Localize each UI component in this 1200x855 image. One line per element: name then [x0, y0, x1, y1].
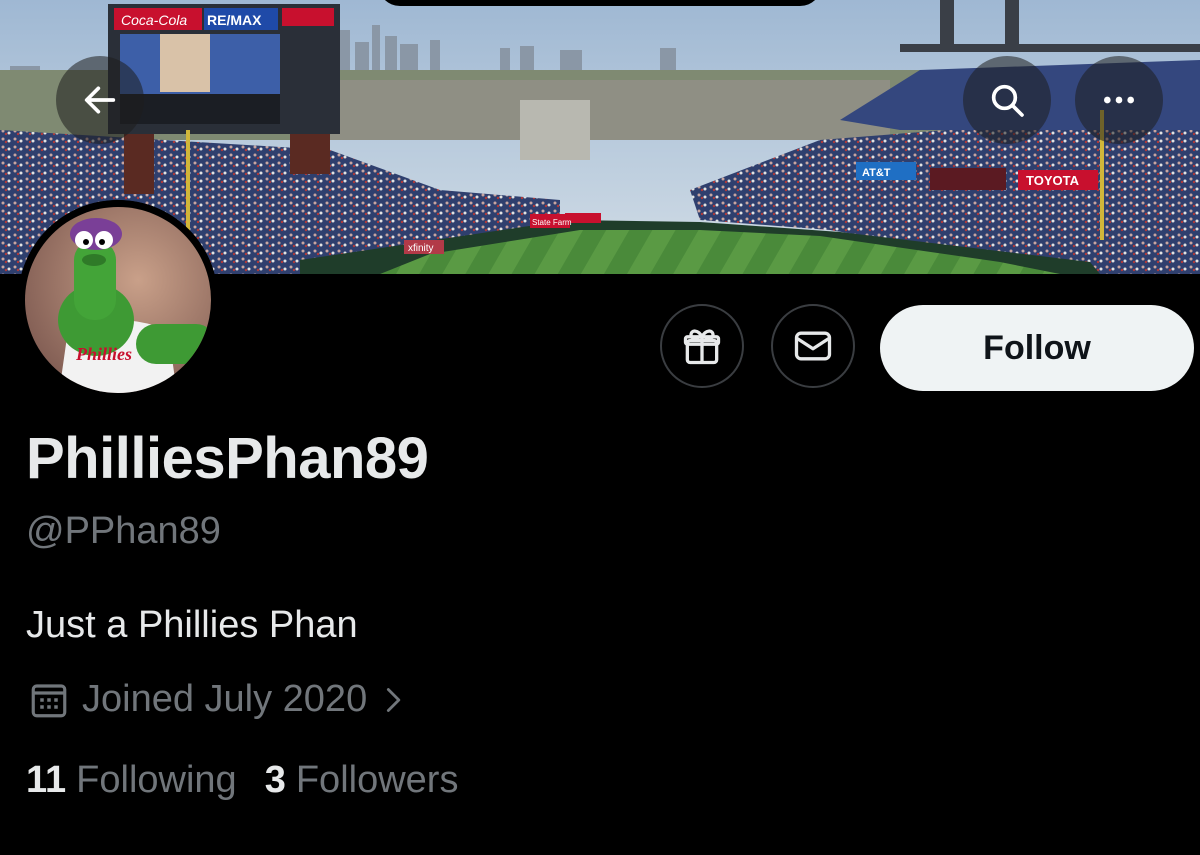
follow-button[interactable]: Follow — [880, 305, 1194, 391]
user-bio: Just a Phillies Phan — [26, 604, 358, 646]
following-label: Following — [76, 759, 237, 801]
envelope-icon — [794, 331, 832, 361]
avatar-image: Phillies — [18, 200, 218, 400]
arrow-left-icon — [84, 86, 116, 114]
followers-count: 3 — [264, 759, 286, 801]
message-button[interactable] — [771, 304, 855, 388]
avatar[interactable]: Phillies — [18, 200, 218, 400]
followers-link[interactable]: 3 Followers — [265, 759, 459, 802]
svg-text:Phillies: Phillies — [75, 344, 132, 364]
device-notch — [378, 0, 822, 6]
more-button[interactable] — [1075, 56, 1163, 144]
search-icon — [991, 84, 1024, 117]
display-name: PhilliesPhan89 — [26, 426, 429, 491]
more-horizontal-icon — [1104, 96, 1134, 104]
user-handle: @PPhan89 — [26, 510, 221, 552]
search-button[interactable] — [963, 56, 1051, 144]
banner-sign-remax: RE/MAX — [207, 12, 262, 28]
calendar-icon — [31, 683, 67, 717]
gift-icon — [683, 329, 721, 365]
profile-page: Coca-Cola RE/MAX xfinity State Farm AT&T… — [0, 0, 1200, 855]
banner-sign-att: AT&T — [862, 167, 891, 179]
banner-sign-toyota: TOYOTA — [1026, 173, 1080, 188]
follow-stats: 11 Following 3 Followers — [26, 759, 486, 802]
back-button[interactable] — [56, 56, 144, 144]
banner-sign-xfinity: xfinity — [408, 243, 434, 254]
joined-date-link[interactable]: Joined July 2020 — [26, 678, 407, 721]
following-link[interactable]: 11 Following — [26, 759, 237, 802]
followers-label: Followers — [295, 759, 459, 801]
chevron-right-icon — [387, 687, 401, 712]
joined-date-text: Joined July 2020 — [82, 678, 368, 720]
banner-sign-coca-cola: Coca-Cola — [121, 12, 187, 28]
following-count: 11 — [26, 759, 67, 801]
banner-sign-statefarm: State Farm — [532, 218, 572, 227]
gift-button[interactable] — [660, 304, 744, 388]
